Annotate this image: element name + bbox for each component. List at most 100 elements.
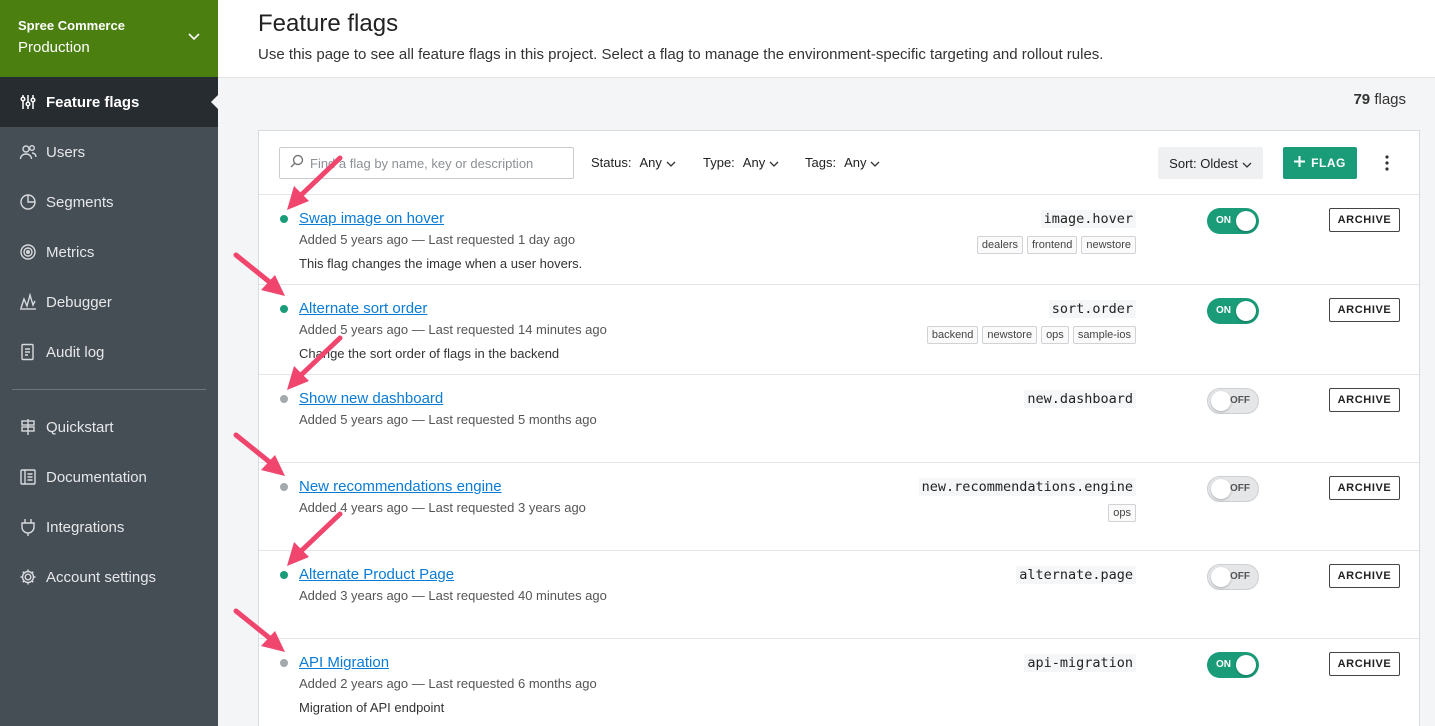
chevron-down-icon <box>666 155 676 170</box>
sidebar-item-users[interactable]: Users <box>0 127 218 177</box>
flag-name-link[interactable]: API Migration <box>299 654 389 671</box>
flag-count: 79 flags <box>1353 91 1406 108</box>
tags-filter-label: Tags: <box>805 155 837 170</box>
flag-key: new.recommendations.engine <box>918 478 1136 496</box>
tag[interactable]: backend <box>926 326 979 344</box>
archive-button[interactable]: ARCHIVE <box>1329 298 1400 322</box>
flags-toolbar: Status: Any Type: Any Tags: Any Sort: Ol… <box>259 131 1419 195</box>
flag-tags: ops <box>1108 504 1136 522</box>
flags-panel: Status: Any Type: Any Tags: Any Sort: Ol… <box>258 130 1420 726</box>
sidebar-item-label: Segments <box>46 193 114 211</box>
sidebar-item-label: Quickstart <box>46 418 114 436</box>
toggle-label: ON <box>1216 215 1231 226</box>
search-input[interactable] <box>310 155 560 171</box>
flag-count-number: 79 <box>1353 91 1371 108</box>
page-header: Feature flags Use this page to see all f… <box>218 0 1435 78</box>
tags-filter[interactable]: Tags: Any <box>805 155 880 170</box>
chevron-down-icon <box>769 155 779 170</box>
search-box[interactable] <box>279 147 574 179</box>
toggle-knob <box>1236 655 1256 675</box>
archive-button[interactable]: ARCHIVE <box>1329 388 1400 412</box>
document-icon <box>18 342 38 362</box>
flag-row: Alternate Product Page Added 3 years ago… <box>259 551 1419 639</box>
search-icon <box>290 154 304 173</box>
sidebar-item-segments[interactable]: Segments <box>0 177 218 227</box>
flag-meta: Added 5 years ago — Last requested 14 mi… <box>299 322 607 337</box>
chevron-down-icon <box>1242 156 1252 171</box>
users-icon <box>18 142 38 162</box>
flag-meta: Added 4 years ago — Last requested 3 yea… <box>299 500 586 515</box>
sidebar-item-feature-flags[interactable]: Feature flags <box>0 77 218 127</box>
flag-key: sort.order <box>1048 300 1136 318</box>
chevron-down-icon <box>870 155 880 170</box>
sidebar-divider <box>12 389 206 390</box>
flag-count-unit: flags <box>1374 91 1406 108</box>
tag[interactable]: newstore <box>1081 236 1136 254</box>
toggle-label: OFF <box>1230 395 1250 406</box>
tag[interactable]: newstore <box>982 326 1038 344</box>
flag-name-link[interactable]: Alternate Product Page <box>299 566 454 583</box>
toggle-knob <box>1211 479 1231 499</box>
tag[interactable]: sample-ios <box>1072 326 1136 344</box>
sort-dropdown[interactable]: Sort: Oldest <box>1158 147 1263 179</box>
sidebar-item-label: Debugger <box>46 293 112 311</box>
flag-toggle[interactable]: OFF <box>1207 388 1259 414</box>
tag[interactable]: ops <box>1041 326 1069 344</box>
sidebar-item-quickstart[interactable]: Quickstart <box>0 402 218 452</box>
toggle-label: OFF <box>1230 571 1250 582</box>
status-dot <box>280 659 288 667</box>
tag[interactable]: ops <box>1108 504 1136 522</box>
flag-toggle[interactable]: ON <box>1207 208 1259 234</box>
toggle-knob <box>1236 301 1256 321</box>
sidebar-item-account-settings[interactable]: Account settings <box>0 552 218 602</box>
archive-button[interactable]: ARCHIVE <box>1329 652 1400 676</box>
flag-toggle[interactable]: OFF <box>1207 564 1259 590</box>
flag-row: Alternate sort order Added 5 years ago —… <box>259 285 1419 375</box>
toggle-knob <box>1211 567 1231 587</box>
archive-button[interactable]: ARCHIVE <box>1329 476 1400 500</box>
sliders-icon <box>18 92 38 112</box>
sidebar-item-label: Integrations <box>46 518 125 536</box>
archive-button[interactable]: ARCHIVE <box>1329 208 1400 232</box>
book-icon <box>18 467 38 487</box>
toggle-knob <box>1211 391 1231 411</box>
chevron-down-icon[interactable] <box>188 28 200 46</box>
add-flag-button[interactable]: FLAG <box>1283 147 1357 179</box>
project-name: Spree Commerce <box>18 18 125 33</box>
flag-name-link[interactable]: Alternate sort order <box>299 300 427 317</box>
sidebar-item-integrations[interactable]: Integrations <box>0 502 218 552</box>
flag-toggle[interactable]: OFF <box>1207 476 1259 502</box>
archive-button[interactable]: ARCHIVE <box>1329 564 1400 588</box>
status-dot <box>280 483 288 491</box>
flag-name-link[interactable]: Swap image on hover <box>299 210 444 227</box>
flag-toggle[interactable]: ON <box>1207 652 1259 678</box>
page-subtitle: Use this page to see all feature flags i… <box>258 46 1104 63</box>
status-dot <box>280 215 288 223</box>
project-switcher[interactable]: Spree Commerce Production <box>0 0 218 77</box>
gear-icon <box>18 567 38 587</box>
flag-row: New recommendations engine Added 4 years… <box>259 463 1419 551</box>
flag-name-link[interactable]: Show new dashboard <box>299 390 443 407</box>
sidebar-item-documentation[interactable]: Documentation <box>0 452 218 502</box>
status-filter-value: Any <box>639 155 662 170</box>
type-filter[interactable]: Type: Any <box>703 155 779 170</box>
pie-chart-icon <box>18 192 38 212</box>
flag-meta: Added 2 years ago — Last requested 6 mon… <box>299 676 597 691</box>
tags-filter-value: Any <box>844 155 867 170</box>
flag-row: Swap image on hover Added 5 years ago — … <box>259 195 1419 285</box>
toggle-label: ON <box>1216 659 1231 670</box>
more-options-icon[interactable] <box>1379 151 1395 175</box>
status-filter-label: Status: <box>591 155 632 170</box>
sidebar-item-metrics[interactable]: Metrics <box>0 227 218 277</box>
status-filter[interactable]: Status: Any <box>591 155 676 170</box>
flag-name-link[interactable]: New recommendations engine <box>299 478 502 495</box>
tag[interactable]: dealers <box>976 236 1023 254</box>
flag-meta: Added 5 years ago — Last requested 1 day… <box>299 232 576 247</box>
flag-toggle[interactable]: ON <box>1207 298 1259 324</box>
sidebar-item-audit-log[interactable]: Audit log <box>0 327 218 377</box>
page-title: Feature flags <box>258 10 399 37</box>
sidebar-item-debugger[interactable]: Debugger <box>0 277 218 327</box>
flag-key: alternate.page <box>1016 566 1136 584</box>
status-dot <box>280 305 288 313</box>
tag[interactable]: frontend <box>1026 236 1078 254</box>
